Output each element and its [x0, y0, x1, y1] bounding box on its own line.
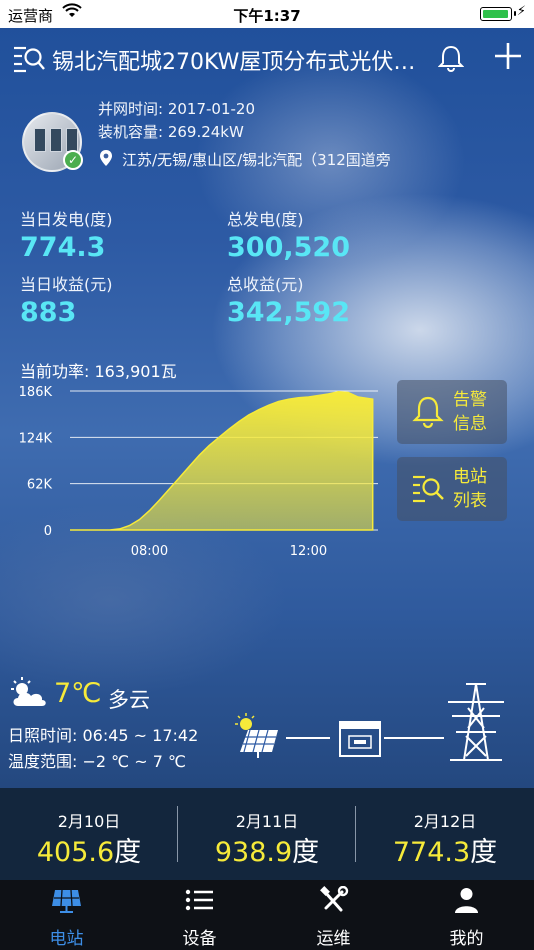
tab-station[interactable]: 电站	[0, 880, 133, 950]
day-value: 405.6	[36, 837, 115, 868]
alarm-info-button[interactable]: 告警信息	[397, 380, 507, 444]
tab-maintenance-label: 运维	[316, 929, 351, 949]
battery-icon	[480, 7, 516, 21]
charging-icon: ⚡	[516, 4, 526, 19]
power-area-series	[70, 390, 374, 531]
grid-date: 并网时间: 2017-01-20	[98, 100, 255, 118]
day-date: 2月10日	[57, 812, 121, 831]
total-generation-label: 总发电(度)	[227, 210, 304, 229]
y-tick-label: 0	[44, 524, 52, 539]
total-revenue-value: 342,592	[227, 297, 350, 328]
daily-generation-value: 774.3	[20, 232, 106, 263]
solar-panel-icon	[50, 886, 83, 914]
day-unit: 度	[114, 837, 142, 868]
alarm-info-label: 告警信息	[453, 390, 487, 434]
tab-profile-label: 我的	[449, 929, 484, 949]
x-tick-label: 12:00	[290, 544, 327, 559]
location-pin-icon	[99, 149, 113, 167]
alarm-bell-icon	[411, 394, 445, 429]
tab-maintenance[interactable]: 运维	[267, 880, 400, 950]
tab-station-label: 电站	[49, 929, 84, 949]
inverter-icon	[339, 721, 381, 757]
verified-check-icon: ✓	[63, 150, 83, 170]
station-list-button[interactable]: 电站列表	[397, 457, 507, 521]
daily-revenue-label: 当日收益(元)	[20, 275, 113, 294]
day-item[interactable]: 2月11日 938.9度	[178, 788, 356, 880]
day-value: 774.3	[392, 837, 471, 868]
daily-generation-label: 当日发电(度)	[20, 210, 113, 229]
station-list-label: 电站列表	[453, 467, 487, 511]
solar-panel-sun-icon	[235, 713, 278, 758]
tools-icon	[317, 885, 350, 914]
user-icon	[450, 886, 483, 914]
current-power: 当前功率: 163,901瓦	[20, 362, 177, 381]
day-date: 2月11日	[235, 812, 299, 831]
station-menu-icon[interactable]	[12, 42, 46, 74]
bell-icon[interactable]	[437, 44, 465, 72]
total-revenue-label: 总收益(元)	[227, 275, 304, 294]
header: 锡北汽配城270KW屋顶分布式光伏电站	[0, 28, 534, 90]
installed-capacity: 装机容量: 269.24kW	[98, 123, 244, 141]
tab-devices-label: 设备	[182, 929, 217, 949]
temperature-range: 温度范围: −2 ℃ ~ 7 ℃	[8, 752, 186, 771]
temperature: 7℃	[54, 678, 102, 709]
x-tick-label: 08:00	[131, 544, 168, 559]
partly-cloudy-icon	[8, 676, 48, 710]
tab-bar: 电站 设备 运维 我的	[0, 880, 534, 950]
energy-flow	[235, 683, 504, 761]
day-unit: 度	[470, 837, 498, 868]
tab-profile[interactable]: 我的	[400, 880, 533, 950]
daily-revenue-value: 883	[20, 297, 77, 328]
y-tick-label: 124K	[19, 431, 53, 446]
power-chart: 186K 124K 62K 0 08:00 12:00	[19, 385, 378, 559]
day-item[interactable]: 2月12日 774.3度	[356, 788, 534, 880]
day-unit: 度	[292, 837, 320, 868]
station-address: 江苏/无锡/惠山区/锡北汽配（312国道旁	[122, 151, 391, 169]
sunshine-time: 日照时间: 06:45 ~ 17:42	[8, 726, 199, 745]
weather-condition: 多云	[108, 688, 150, 712]
total-generation-value: 300,520	[227, 232, 350, 263]
day-value: 938.9	[214, 837, 293, 868]
station-list-icon	[411, 471, 445, 505]
list-icon	[183, 886, 216, 914]
daily-history: 2月10日 405.6度 2月11日 938.9度 2月12日 774.3度	[0, 788, 534, 880]
status-bar: 运营商 下午1:37 ⚡	[0, 0, 534, 28]
y-tick-label: 62K	[27, 478, 53, 493]
transmission-tower-icon	[448, 683, 504, 761]
tab-devices[interactable]: 设备	[133, 880, 266, 950]
clock: 下午1:37	[233, 7, 301, 25]
day-item[interactable]: 2月10日 405.6度	[0, 788, 178, 880]
y-tick-label: 186K	[19, 385, 53, 400]
station-title: 锡北汽配城270KW屋顶分布式光伏电站	[52, 50, 432, 75]
add-icon[interactable]	[494, 42, 522, 70]
day-date: 2月12日	[413, 812, 477, 831]
